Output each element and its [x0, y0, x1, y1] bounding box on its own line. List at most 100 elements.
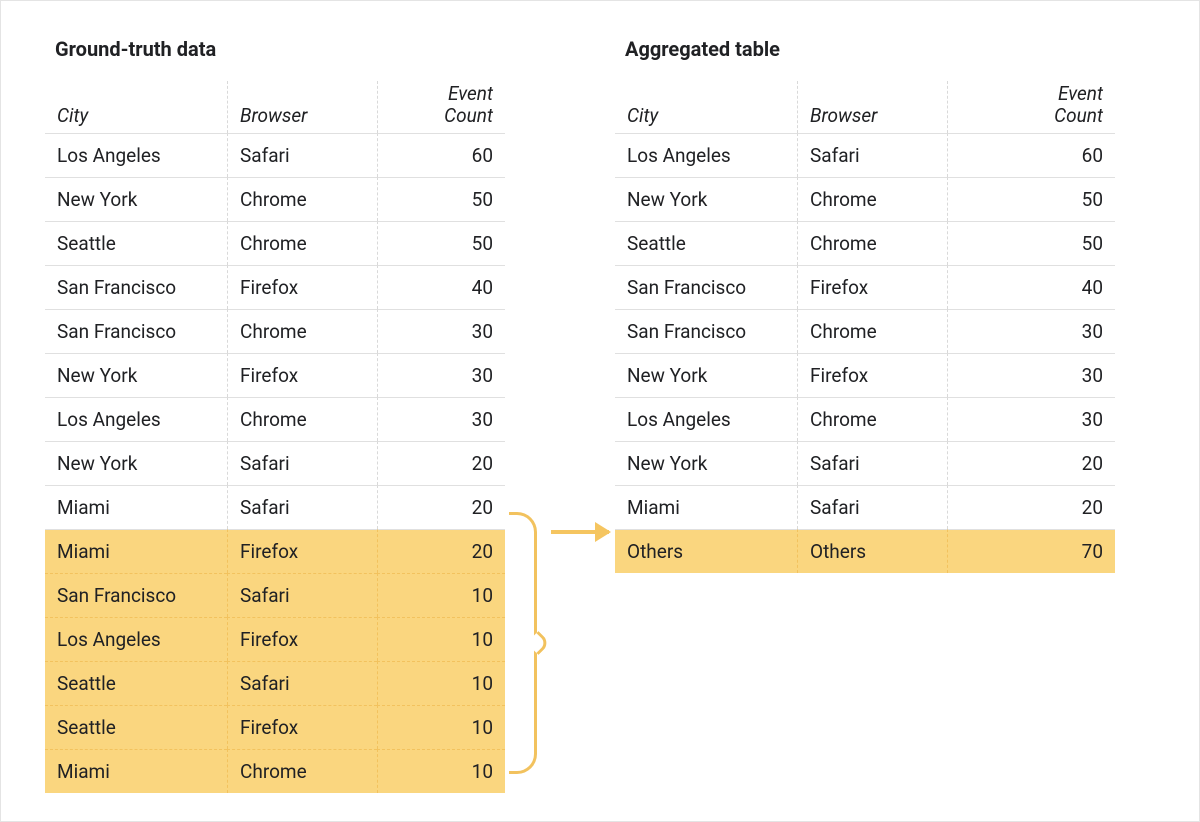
- cell-count: 20: [947, 485, 1115, 529]
- cell-city: Others: [615, 529, 797, 573]
- aggregated-title: Aggregated table: [625, 37, 1115, 61]
- cell-browser: Safari: [797, 133, 947, 177]
- cell-count: 30: [947, 309, 1115, 353]
- cell-browser: Others: [797, 529, 947, 573]
- cell-browser: Chrome: [797, 397, 947, 441]
- cell-count: 70: [947, 529, 1115, 573]
- cell-city: Seattle: [45, 661, 227, 705]
- cell-city: San Francisco: [615, 309, 797, 353]
- cell-browser: Chrome: [797, 221, 947, 265]
- cell-city: Miami: [45, 485, 227, 529]
- cell-count: 30: [377, 397, 505, 441]
- cell-browser: Safari: [797, 485, 947, 529]
- cell-city: Miami: [615, 485, 797, 529]
- table-row: San FranciscoSafari10: [45, 573, 505, 617]
- cell-browser: Safari: [227, 661, 377, 705]
- table-row: OthersOthers70: [615, 529, 1115, 573]
- cell-city: Miami: [45, 529, 227, 573]
- cell-city: San Francisco: [45, 309, 227, 353]
- cell-city: Los Angeles: [45, 133, 227, 177]
- cell-city: Los Angeles: [45, 617, 227, 661]
- cell-browser: Chrome: [797, 309, 947, 353]
- table-row: SeattleSafari10: [45, 661, 505, 705]
- cell-city: Seattle: [615, 221, 797, 265]
- col-header-city: City: [45, 81, 227, 133]
- cell-city: San Francisco: [45, 573, 227, 617]
- cell-city: Seattle: [45, 221, 227, 265]
- cell-count: 10: [377, 573, 505, 617]
- table-row: Los AngelesSafari60: [615, 133, 1115, 177]
- col-header-city: City: [615, 81, 797, 133]
- aggregated-rows: Los AngelesSafari60New YorkChrome50Seatt…: [615, 133, 1115, 573]
- cell-count: 20: [377, 485, 505, 529]
- cell-city: Los Angeles: [615, 133, 797, 177]
- col-header-browser: Browser: [797, 81, 947, 133]
- table-row: SeattleFirefox10: [45, 705, 505, 749]
- cell-browser: Safari: [227, 573, 377, 617]
- diagram-canvas: Ground-truth data City Browser EventCoun…: [0, 0, 1200, 822]
- table-row: New YorkFirefox30: [615, 353, 1115, 397]
- cell-city: New York: [45, 353, 227, 397]
- aggregated-table: City Browser EventCount Los AngelesSafar…: [615, 81, 1115, 573]
- table-row: Los AngelesFirefox10: [45, 617, 505, 661]
- cell-count: 20: [377, 529, 505, 573]
- cell-browser: Chrome: [227, 397, 377, 441]
- cell-count: 30: [377, 353, 505, 397]
- cell-count: 60: [377, 133, 505, 177]
- ground-truth-title: Ground-truth data: [55, 37, 505, 61]
- cell-count: 40: [377, 265, 505, 309]
- ground-truth-panel: Ground-truth data City Browser EventCoun…: [45, 37, 505, 793]
- table-row: MiamiFirefox20: [45, 529, 505, 573]
- cell-count: 20: [947, 441, 1115, 485]
- col-header-count: EventCount: [947, 81, 1115, 133]
- table-row: San FranciscoFirefox40: [45, 265, 505, 309]
- col-header-browser: Browser: [227, 81, 377, 133]
- table-row: MiamiSafari20: [45, 485, 505, 529]
- cell-browser: Firefox: [227, 529, 377, 573]
- table-row: New YorkChrome50: [615, 177, 1115, 221]
- cell-city: San Francisco: [615, 265, 797, 309]
- cell-city: New York: [615, 177, 797, 221]
- cell-city: New York: [45, 177, 227, 221]
- cell-count: 40: [947, 265, 1115, 309]
- cell-city: Los Angeles: [615, 397, 797, 441]
- cell-city: New York: [45, 441, 227, 485]
- table-row: New YorkSafari20: [615, 441, 1115, 485]
- cell-browser: Chrome: [797, 177, 947, 221]
- cell-city: Miami: [45, 749, 227, 793]
- table-row: MiamiSafari20: [615, 485, 1115, 529]
- cell-count: 10: [377, 749, 505, 793]
- cell-city: San Francisco: [45, 265, 227, 309]
- connector: [505, 37, 615, 817]
- cell-count: 30: [947, 353, 1115, 397]
- cell-browser: Chrome: [227, 309, 377, 353]
- cell-count: 30: [947, 397, 1115, 441]
- aggregated-panel: Aggregated table City Browser EventCount…: [615, 37, 1115, 573]
- cell-browser: Chrome: [227, 749, 377, 793]
- cell-city: Seattle: [45, 705, 227, 749]
- cell-browser: Firefox: [227, 265, 377, 309]
- cell-count: 50: [377, 177, 505, 221]
- cell-count: 20: [377, 441, 505, 485]
- table-row: New YorkChrome50: [45, 177, 505, 221]
- cell-browser: Chrome: [227, 177, 377, 221]
- cell-browser: Safari: [227, 133, 377, 177]
- table-row: SeattleChrome50: [615, 221, 1115, 265]
- table-row: San FranciscoChrome30: [45, 309, 505, 353]
- cell-browser: Firefox: [227, 705, 377, 749]
- cell-count: 50: [947, 221, 1115, 265]
- cell-count: 10: [377, 705, 505, 749]
- cell-city: New York: [615, 353, 797, 397]
- cell-count: 50: [377, 221, 505, 265]
- cell-browser: Firefox: [797, 353, 947, 397]
- cell-browser: Firefox: [227, 617, 377, 661]
- cell-city: Los Angeles: [45, 397, 227, 441]
- table-row: New YorkSafari20: [45, 441, 505, 485]
- table-row: Los AngelesChrome30: [615, 397, 1115, 441]
- cell-browser: Firefox: [227, 353, 377, 397]
- table-row: New YorkFirefox30: [45, 353, 505, 397]
- table-row: San FranciscoFirefox40: [615, 265, 1115, 309]
- table-row: Los AngelesSafari60: [45, 133, 505, 177]
- cell-count: 30: [377, 309, 505, 353]
- ground-truth-rows: Los AngelesSafari60New YorkChrome50Seatt…: [45, 133, 505, 793]
